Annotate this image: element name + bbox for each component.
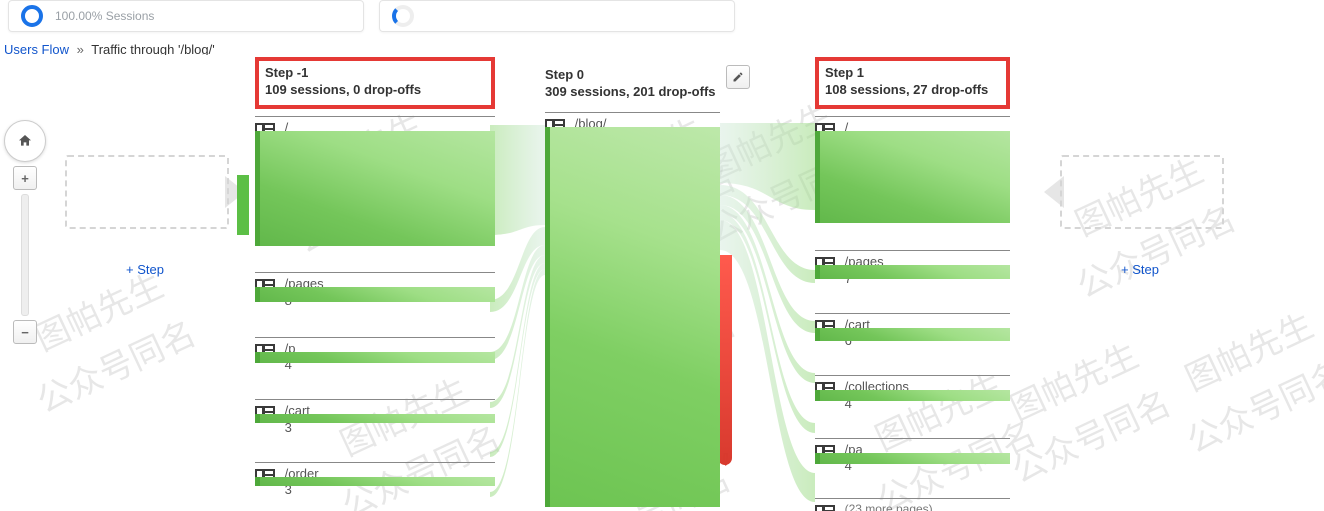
home-button[interactable] [4,120,46,162]
flow-canvas[interactable]: 图帕先生 公众号同名 图帕先生 公众号同名 图帕先生 公众号同名 图帕先生 公众… [0,55,1324,511]
dropoff-arrow-icon: ⇩ [719,450,732,470]
card-secondary[interactable] [379,0,735,32]
step-subtitle: 108 sessions, 27 drop-offs [825,82,988,97]
step-header[interactable]: Step -1 109 sessions, 0 drop-offs [255,57,495,109]
flow-node[interactable]: /pa4 [815,438,1010,475]
add-step-link[interactable]: + Step [1060,262,1220,277]
flow-node[interactable]: /order3 [255,462,495,499]
flow-node[interactable]: /collections4 [815,375,1010,412]
watermark: 图帕先生 [1001,329,1145,431]
zoom-out-button[interactable]: − [13,320,37,344]
flow-node[interactable]: /cart6 [815,313,1010,350]
step-1: Step 1 108 sessions, 27 drop-offs /64 /p… [815,61,1010,511]
step-0: Step 0 309 sessions, 201 drop-offs /blog… [545,65,720,148]
pencil-icon [732,71,744,83]
step-minus1: Step -1 109 sessions, 0 drop-offs /80 /p… [255,61,495,511]
flow-node[interactable]: /pages8 [255,272,495,309]
step-title: Step -1 [265,65,308,80]
step-title: Step 0 [545,67,584,82]
step-subtitle: 109 sessions, 0 drop-offs [265,82,421,97]
node-more-label: (23 more pages)23 [845,502,933,511]
watermark: 公众号同名 [1003,376,1178,492]
watermark: 公众号同名 [1178,346,1324,462]
card-sessions[interactable]: 100.00% Sessions [8,0,364,32]
progress-arc-icon [392,5,414,27]
flow-node-more[interactable]: (23 more pages)23 [815,498,1010,511]
donut-icon [21,5,43,27]
zoom-slider[interactable] [21,194,29,316]
flow-node[interactable]: /80 [255,116,495,153]
watermark: 公众号同名 [28,306,203,422]
edit-step-button[interactable] [726,65,750,89]
flow-node[interactable]: /blog/309 [545,112,720,149]
zoom-controls: + − [6,120,44,344]
entry-bar [237,175,249,235]
dropoff-bar [718,255,732,465]
flow-node[interactable]: /p4 [255,337,495,374]
add-step-link[interactable]: + Step [65,262,225,277]
placeholder-box [65,155,229,229]
step-subtitle: 309 sessions, 201 drop-offs [545,84,716,99]
flow-node[interactable]: /pages7 [815,250,1010,287]
flow-node[interactable]: /64 [815,116,1010,153]
zoom-in-button[interactable]: + [13,166,37,190]
page-icon [815,505,835,511]
watermark: 图帕先生 [1176,299,1320,401]
card-sessions-label: 100.00% Sessions [55,9,154,23]
step-header[interactable]: Step 1 108 sessions, 27 drop-offs [815,57,1010,109]
summary-cards: 100.00% Sessions [0,0,1324,38]
home-icon [17,133,33,149]
step-title: Step 1 [825,65,864,80]
step-header[interactable]: Step 0 309 sessions, 201 drop-offs [545,65,720,105]
placeholder-box [1060,155,1224,229]
flow-node[interactable]: /cart3 [255,399,495,436]
